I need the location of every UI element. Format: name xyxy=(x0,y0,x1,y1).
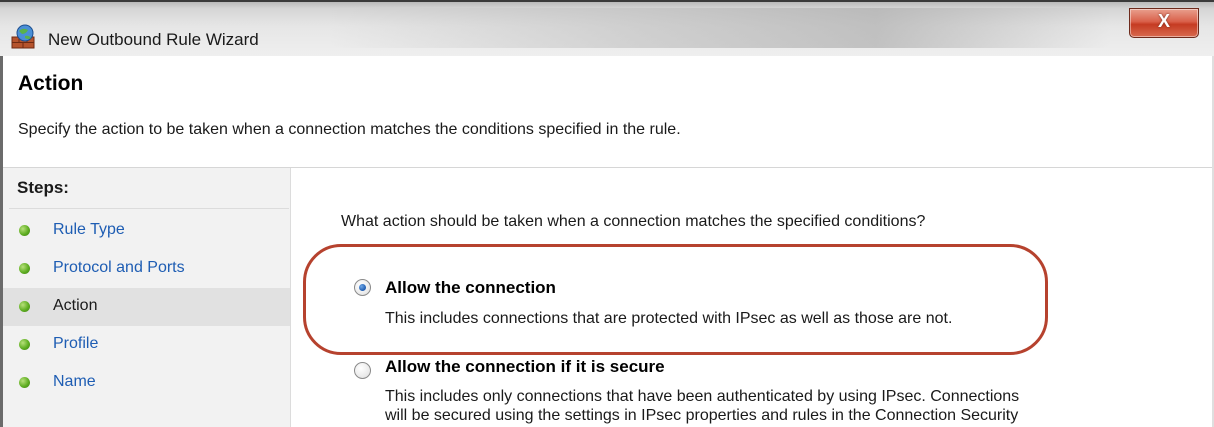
sidebar-item-name[interactable]: Name xyxy=(3,364,290,402)
green-dot-icon xyxy=(19,377,30,388)
allow-if-secure-label[interactable]: Allow the connection if it is secure xyxy=(385,357,665,377)
sidebar-item-label: Protocol and Ports xyxy=(53,259,185,276)
sidebar-item-rule-type[interactable]: Rule Type xyxy=(3,212,290,250)
sidebar-item-protocol-and-ports[interactable]: Protocol and Ports xyxy=(3,250,290,288)
steps-divider xyxy=(9,208,289,209)
page-title: Action xyxy=(18,72,84,95)
green-dot-icon xyxy=(19,225,30,236)
sidebar-item-label: Name xyxy=(53,373,96,390)
sidebar-item-label: Action xyxy=(53,297,98,314)
green-dot-icon xyxy=(19,263,30,274)
green-dot-icon xyxy=(19,301,30,312)
steps-title: Steps: xyxy=(17,178,69,197)
title-bar[interactable]: New Outbound Rule Wizard X xyxy=(0,0,1214,56)
highlight-annotation xyxy=(303,244,1048,355)
steps-sidebar: Steps: Rule Type Protocol and Ports Acti… xyxy=(3,168,291,427)
title-bar-glass xyxy=(330,8,1110,48)
wizard-header: Action Specify the action to be taken wh… xyxy=(3,56,1212,168)
sidebar-item-label: Profile xyxy=(53,335,99,352)
window-title: New Outbound Rule Wizard xyxy=(48,30,259,49)
allow-if-secure-description-line-1: This includes only connections that have… xyxy=(385,388,1020,405)
green-dot-icon xyxy=(19,339,30,350)
sidebar-item-label: Rule Type xyxy=(53,221,125,238)
action-question: What action should be taken when a conne… xyxy=(341,213,926,230)
firewall-icon xyxy=(11,24,35,49)
sidebar-item-action[interactable]: Action xyxy=(3,288,290,326)
page-description: Specify the action to be taken when a co… xyxy=(18,121,681,138)
sidebar-item-profile[interactable]: Profile xyxy=(3,326,290,364)
allow-if-secure-radio[interactable] xyxy=(354,362,371,379)
close-button[interactable]: X xyxy=(1129,8,1199,38)
close-icon: X xyxy=(1157,11,1170,31)
allow-if-secure-description-line-2: will be secured using the settings in IP… xyxy=(385,407,1019,424)
